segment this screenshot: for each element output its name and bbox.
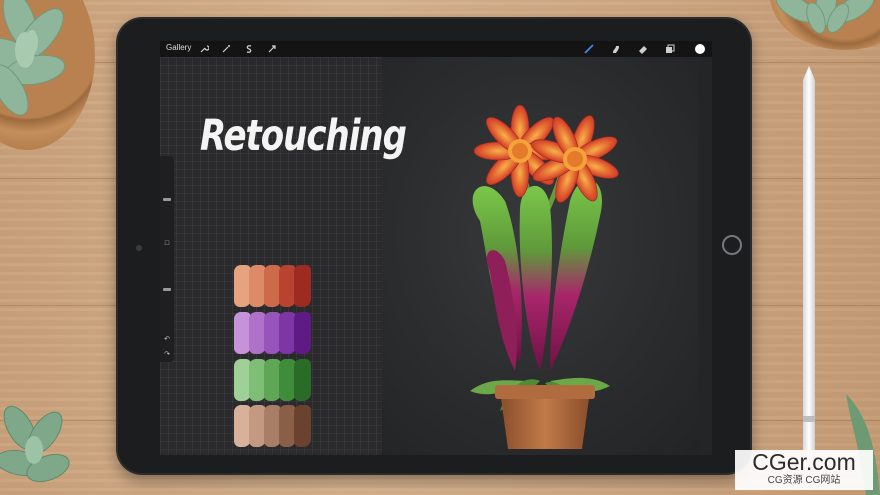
succulent-plant-top-right xyxy=(775,0,875,34)
brush-icon[interactable] xyxy=(582,42,596,56)
procreate-screen: Gallery □ ↶ ↷ Retouching xyxy=(160,41,712,455)
undo-button[interactable]: ↶ xyxy=(162,334,172,344)
apple-pencil xyxy=(803,66,815,450)
color-swatch xyxy=(294,405,311,447)
watermark-main-text: CGer.com xyxy=(752,449,856,475)
succulent-plant-bottom-left xyxy=(0,405,70,483)
wrench-icon[interactable] xyxy=(197,42,211,56)
color-circle-icon[interactable] xyxy=(693,42,707,56)
modify-button[interactable]: □ xyxy=(162,238,172,248)
opacity-slider[interactable] xyxy=(163,288,171,291)
brush-size-slider[interactable] xyxy=(163,198,171,201)
swatch-row-green xyxy=(234,359,318,403)
color-swatch xyxy=(294,312,311,354)
eraser-icon[interactable] xyxy=(636,42,650,56)
selection-icon[interactable] xyxy=(242,42,256,56)
flower-pot xyxy=(500,391,590,449)
canvas-right-edge xyxy=(698,57,712,455)
front-camera xyxy=(136,245,142,251)
transform-arrow-icon[interactable] xyxy=(265,42,279,56)
redo-button[interactable]: ↷ xyxy=(162,349,172,359)
succulent-plant-top-left xyxy=(0,0,66,116)
magic-wand-icon[interactable] xyxy=(219,42,233,56)
swatch-row-warm xyxy=(234,265,318,309)
watermark-sub-text: CG资源 CG网站 xyxy=(767,475,841,486)
left-sidebar: □ ↶ ↷ xyxy=(160,156,174,362)
layers-icon[interactable] xyxy=(663,42,677,56)
canvas-title-text: Retouching xyxy=(200,111,407,161)
swatch-row-purple xyxy=(234,312,318,356)
swatch-row-brown xyxy=(234,405,318,449)
ipad-bezel: Gallery □ ↶ ↷ Retouching xyxy=(118,19,750,473)
flower-pot-rim xyxy=(495,385,595,399)
smudge-icon[interactable] xyxy=(609,42,623,56)
leaf xyxy=(550,179,603,371)
color-swatch xyxy=(294,265,311,307)
color-swatch xyxy=(294,359,311,401)
gallery-button[interactable]: Gallery xyxy=(166,43,191,52)
top-toolbar: Gallery xyxy=(160,41,712,57)
home-button[interactable] xyxy=(722,235,742,255)
flower-illustration xyxy=(470,104,619,449)
ipad-device: Gallery □ ↶ ↷ Retouching xyxy=(116,17,752,475)
watermark-logo: CGer.com CG资源 CG网站 xyxy=(735,450,873,490)
leaf xyxy=(519,185,552,371)
